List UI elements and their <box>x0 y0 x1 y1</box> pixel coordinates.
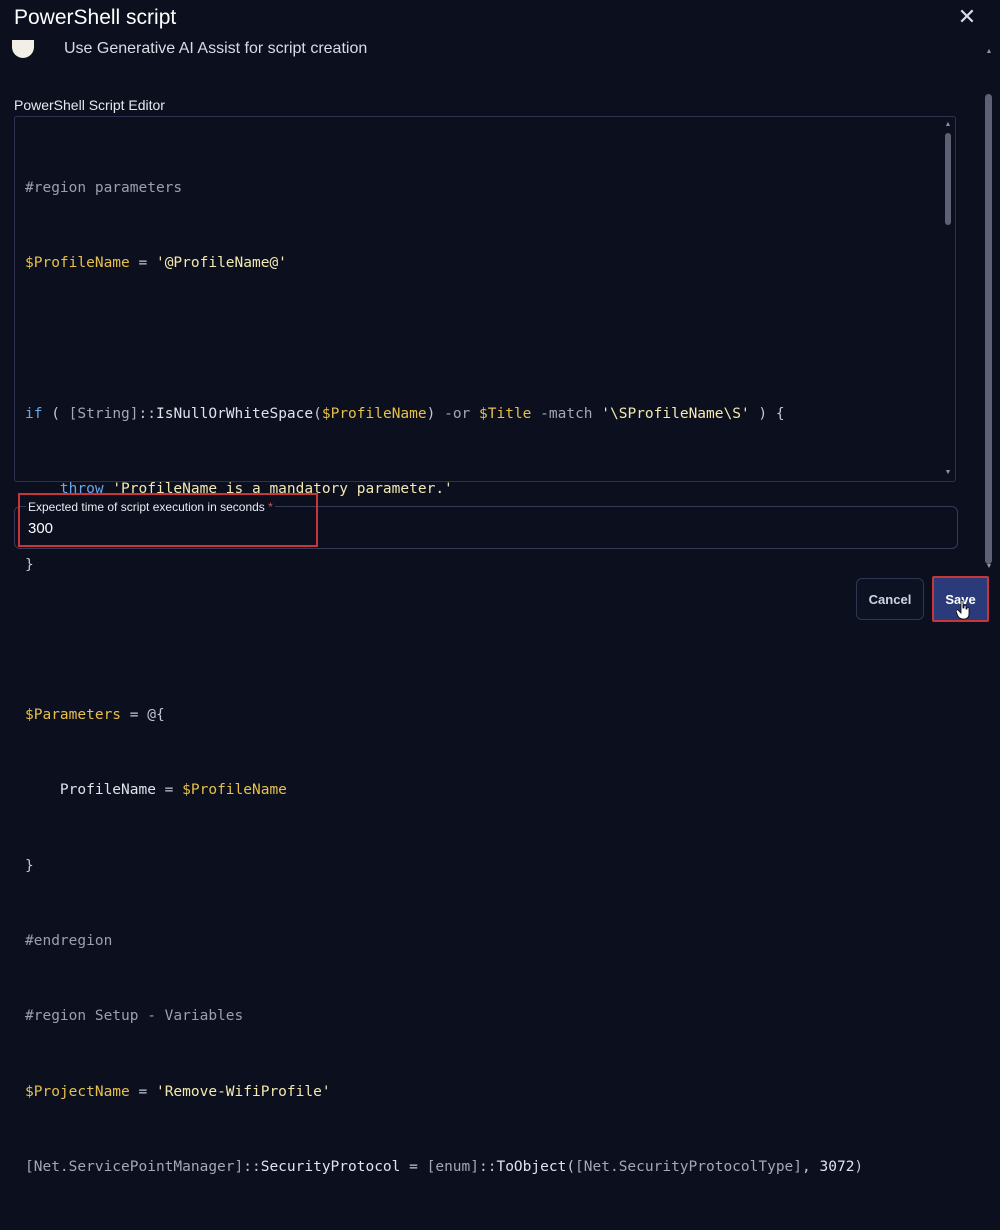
cancel-button[interactable]: Cancel <box>856 578 924 620</box>
code-line-1: #region parameters <box>25 180 183 197</box>
code-line-13: $ProjectName = 'Remove-WifiProfile' <box>25 1083 331 1100</box>
execution-time-input[interactable]: 300 <box>28 520 53 537</box>
code-line-12: #region Setup - Variables <box>25 1008 244 1025</box>
code-line-8: $Parameters = @{ <box>25 707 165 724</box>
code-line-5: throw 'ProfileName is a mandatory parame… <box>59 481 453 498</box>
code-line-4: if ( [String]::IsNullOrWhiteSpace($Profi… <box>25 406 785 423</box>
hand-cursor-icon <box>956 600 970 620</box>
scroll-up-icon[interactable]: ▲ <box>943 121 953 129</box>
code-line-11: #endregion <box>25 933 113 949</box>
ai-assist-label: Use Generative AI Assist for script crea… <box>64 40 368 57</box>
close-icon[interactable]: ✕ <box>956 6 978 30</box>
code-line-6: } <box>25 556 34 573</box>
code-line-10: } <box>25 857 34 874</box>
dialog-title: PowerShell script <box>14 6 177 29</box>
script-editor[interactable]: #region parameters $ProfileName = '@Prof… <box>14 116 956 1175</box>
code-area[interactable]: #region parameters $ProfileName = '@Prof… <box>25 126 863 1230</box>
required-marker: * <box>268 500 273 514</box>
editor-label: PowerShell Script Editor <box>14 97 165 113</box>
page-scroll-down-icon[interactable]: ▼ <box>984 563 994 570</box>
code-line-14: [Net.ServicePointManager]::SecurityProto… <box>25 1158 864 1175</box>
execution-time-label: Expected time of script execution in sec… <box>26 500 275 514</box>
code-line-9: ProfileName = $ProfileName <box>25 782 287 799</box>
page-scroll-thumb[interactable] <box>985 94 992 564</box>
page-scrollbar[interactable]: ▲ ▼ <box>983 44 993 570</box>
scroll-down-icon[interactable]: ▼ <box>943 469 953 477</box>
editor-scroll-thumb[interactable] <box>945 133 951 225</box>
ai-assist-toggle[interactable] <box>12 40 34 58</box>
code-line-2: $ProfileName = '@ProfileName@' <box>25 255 287 272</box>
page-scroll-up-icon[interactable]: ▲ <box>984 48 994 55</box>
editor-scrollbar[interactable]: ▲ ▼ <box>943 121 953 477</box>
